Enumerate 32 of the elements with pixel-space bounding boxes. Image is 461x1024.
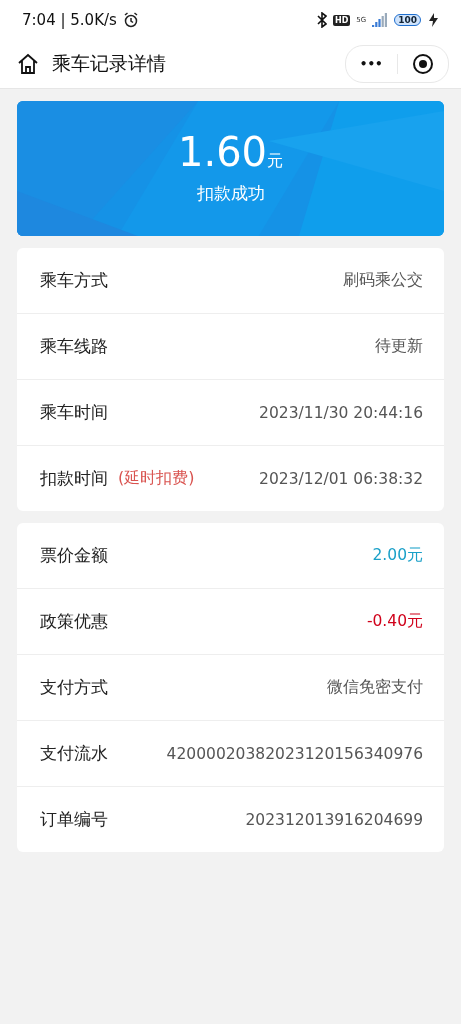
row-label: 政策优惠 — [40, 610, 108, 633]
row-value: 42000020382023120156340976 — [166, 744, 423, 763]
row-value: 2023/12/01 06:38:32 — [259, 469, 423, 488]
row-value: 刷码乘公交 — [343, 270, 423, 291]
row-value: 微信免密支付 — [327, 677, 423, 698]
row-label: 乘车方式 — [40, 269, 108, 292]
row-label: 乘车时间 — [40, 401, 108, 424]
row-label: 票价金额 — [40, 544, 108, 567]
battery-indicator: 100 — [394, 14, 421, 26]
row-value: 2023/11/30 20:44:16 — [259, 403, 423, 422]
status-time: 7:04 | 5.0K/s — [22, 11, 117, 29]
row-value: -0.40元 — [366, 611, 423, 632]
hd-badge: HD — [332, 14, 351, 26]
row-label: 订单编号 — [40, 808, 108, 831]
row-note: (延时扣费) — [118, 468, 195, 489]
row-value: 202312013916204699 — [245, 810, 423, 829]
row-value: 待更新 — [375, 336, 423, 357]
row-label: 乘车线路 — [40, 335, 108, 358]
row-value: 2.00元 — [372, 545, 423, 566]
row-label: 支付方式 — [40, 676, 108, 699]
row-label: 支付流水 — [40, 742, 108, 765]
target-icon — [411, 53, 434, 75]
payment-status: 扣款成功 — [196, 182, 265, 205]
row-label: 扣款时间 — [40, 467, 108, 490]
alarm-icon — [122, 12, 139, 28]
charging-icon — [427, 13, 439, 27]
signal-icon — [372, 13, 389, 27]
more-button[interactable]: ••• — [346, 54, 398, 74]
home-icon[interactable] — [16, 52, 40, 76]
page-title: 乘车记录详情 — [52, 51, 167, 76]
paid-amount: 1.60元 — [177, 132, 284, 172]
bluetooth-icon — [316, 12, 327, 28]
